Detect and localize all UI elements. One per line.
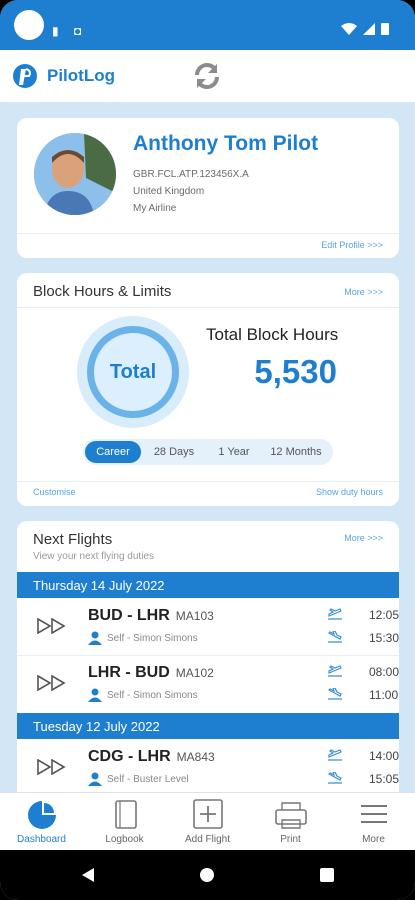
total-ring-progress: Total [87, 326, 179, 418]
sim-icon: ▮ [52, 24, 59, 38]
recents-icon[interactable] [319, 867, 335, 883]
total-hours-label: Total Block Hours [206, 325, 339, 344]
sync-icon[interactable] [191, 60, 223, 92]
flight-row[interactable]: CDG - LHR MA843 Self - Buster Level 14:00… [17, 739, 399, 796]
customise-link[interactable]: Customise [33, 487, 76, 497]
divider [17, 233, 399, 234]
arrival-time: 15:30 [369, 631, 399, 645]
nav-label: Logbook [105, 834, 144, 845]
nav-more[interactable]: More [332, 793, 415, 851]
play-flight-icon[interactable] [37, 675, 67, 691]
tab-1-year[interactable]: 1 Year [207, 441, 261, 463]
flight-number: MA843 [176, 750, 215, 764]
departure-icon [328, 608, 342, 620]
menu-icon [361, 805, 387, 823]
book-icon [115, 800, 137, 829]
total-ring-label: Total [94, 333, 172, 411]
notification-icon: ◘ [74, 24, 82, 38]
date-header: Thursday 14 July 2022 [17, 572, 399, 598]
departure-time: 08:00 [369, 665, 399, 679]
signal-icon [363, 22, 375, 35]
next-flights-card: Next Flights More >>> View your next fly… [17, 521, 399, 821]
nav-dashboard[interactable]: Dashboard [0, 793, 83, 851]
app-screen: ▮ ◘ PilotLog Anthony Tom Pilot GBR.FCL.A… [0, 0, 415, 900]
license-number: GBR.FCL.ATP.123456X.A [133, 169, 249, 180]
next-flights-title: Next Flights [33, 531, 113, 548]
back-icon[interactable] [80, 867, 96, 883]
flight-row[interactable]: LHR - BUD MA102 Self - Simon Simons 08:00… [17, 655, 399, 712]
route-text: CDG - LHR [88, 748, 171, 765]
departure-time: 14:00 [369, 749, 399, 763]
departure-icon [328, 749, 342, 761]
date-header: Tuesday 12 July 2022 [17, 713, 399, 739]
nav-label: More [362, 834, 385, 845]
flight-crew: Self - Simon Simons [107, 633, 198, 644]
block-hours-title: Block Hours & Limits [33, 283, 172, 300]
next-flights-more-link[interactable]: More >>> [344, 533, 383, 543]
arrival-icon [328, 772, 342, 784]
flight-route: LHR - BUD MA102 [88, 664, 214, 682]
nav-label: Print [280, 834, 301, 845]
flight-route: BUD - LHR MA103 [88, 607, 214, 625]
system-nav-bar [0, 850, 415, 900]
nav-logbook[interactable]: Logbook [83, 793, 166, 851]
printer-icon [275, 802, 307, 829]
tab-career[interactable]: Career [85, 441, 141, 463]
tab-12-months[interactable]: 12 Months [261, 441, 331, 463]
play-flight-icon[interactable] [37, 618, 67, 634]
pilot-country: United Kingdom [133, 186, 205, 197]
edit-profile-link[interactable]: Edit Profile >>> [321, 240, 383, 250]
departure-time: 12:05 [369, 608, 399, 622]
arrival-icon [328, 631, 342, 643]
flight-crew: Self - Buster Level [107, 774, 189, 785]
pilot-name: Anthony Tom Pilot [133, 132, 319, 155]
arrival-time: 15:05 [369, 772, 399, 786]
nav-add-flight[interactable]: Add Flight [166, 793, 249, 851]
departure-icon [328, 665, 342, 677]
pilotlog-logo-icon [13, 64, 37, 88]
play-flight-icon[interactable] [37, 759, 67, 775]
home-icon[interactable] [199, 867, 215, 883]
profile-photo [34, 133, 116, 215]
flight-route: CDG - LHR MA843 [88, 748, 215, 766]
total-ring: Total [77, 316, 189, 428]
person-icon [88, 772, 102, 786]
block-hours-card: Block Hours & Limits More >>> Total Tota… [17, 273, 399, 506]
arrival-icon [328, 688, 342, 700]
flight-number: MA103 [175, 609, 214, 623]
nav-print[interactable]: Print [249, 793, 332, 851]
period-selector: Career 28 Days 1 Year 12 Months [83, 439, 333, 465]
route-text: BUD - LHR [88, 607, 170, 624]
flight-crew: Self - Simon Simons [107, 690, 198, 701]
battery-icon [381, 23, 389, 35]
route-text: LHR - BUD [88, 664, 170, 681]
divider [17, 307, 399, 308]
pie-chart-icon [28, 801, 56, 829]
app-bar: PilotLog [0, 50, 415, 102]
plus-box-icon [193, 799, 223, 829]
avatar [34, 133, 116, 215]
pilot-airline: My Airline [133, 203, 177, 214]
status-bar: ▮ ◘ [0, 0, 415, 50]
profile-card[interactable]: Anthony Tom Pilot GBR.FCL.ATP.123456X.A … [17, 118, 399, 258]
nav-label: Dashboard [17, 834, 66, 845]
divider [17, 481, 399, 482]
nav-label: Add Flight [184, 834, 231, 845]
app-title: PilotLog [47, 66, 115, 85]
camera-cutout [14, 10, 44, 40]
wifi-icon [341, 22, 357, 35]
arrival-time: 11:00 [369, 688, 399, 702]
person-icon [88, 631, 102, 645]
block-hours-more-link[interactable]: More >>> [344, 287, 383, 297]
bottom-nav: Dashboard Logbook Add Flight Print More [0, 792, 415, 850]
total-hours-value: 5,530 [254, 353, 337, 390]
show-duty-hours-link[interactable]: Show duty hours [316, 487, 383, 497]
flight-row[interactable]: BUD - LHR MA103 Self - Simon Simons 12:05… [17, 598, 399, 655]
status-icons [341, 22, 389, 35]
flight-number: MA102 [175, 666, 214, 680]
person-icon [88, 688, 102, 702]
next-flights-subtitle: View your next flying duties [33, 551, 154, 562]
tab-28-days[interactable]: 28 Days [141, 441, 207, 463]
